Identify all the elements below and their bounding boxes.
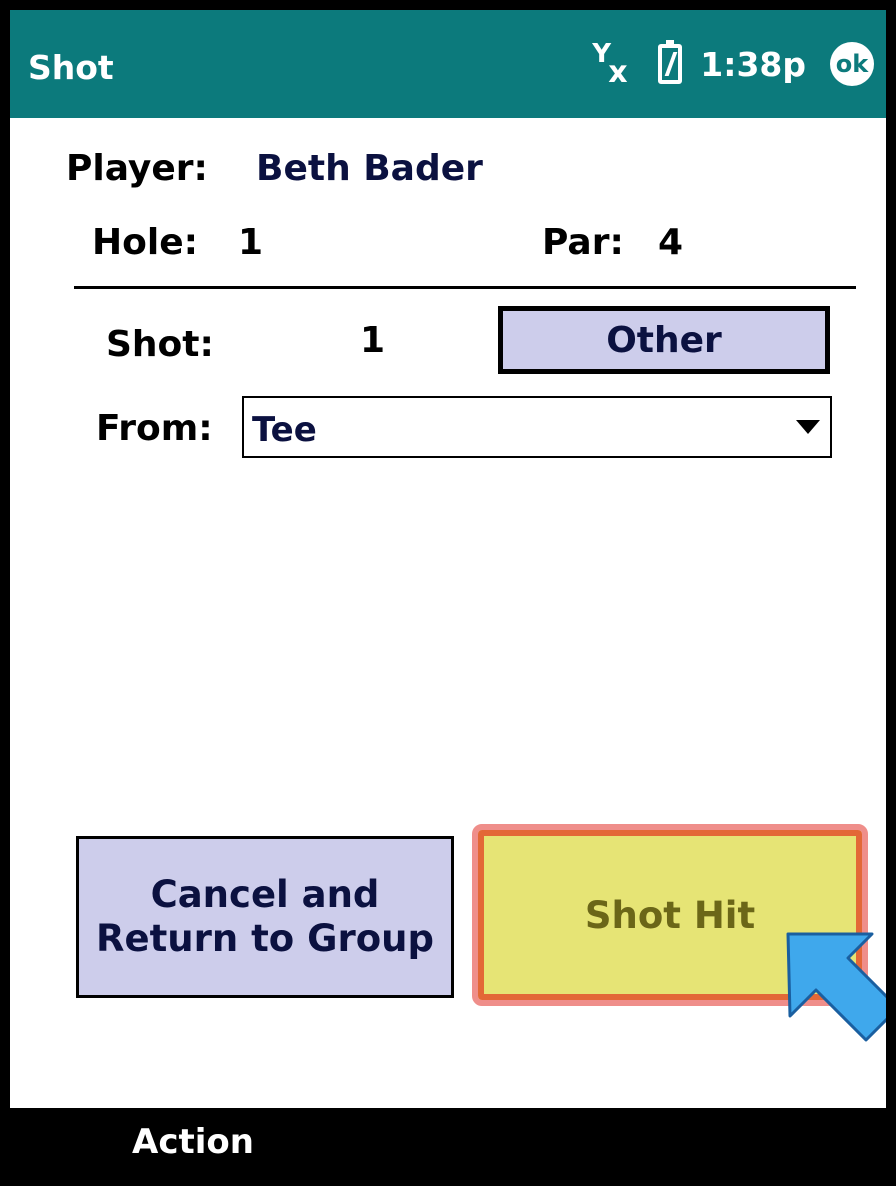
other-button[interactable]: Other	[498, 306, 830, 374]
cancel-button-line1: Cancel and	[150, 872, 380, 916]
cancel-return-button[interactable]: Cancel and Return to Group	[76, 836, 454, 998]
from-select[interactable]: Tee	[242, 396, 832, 458]
cancel-button-line2: Return to Group	[96, 917, 434, 960]
par-value: 4	[658, 222, 684, 263]
shot-label: Shot:	[106, 324, 214, 365]
clock[interactable]: 1:38p	[700, 45, 806, 84]
device-screen: Shot Y x 1:38p ok Player: Beth Bader Hol…	[10, 10, 886, 1176]
shot-number: 1	[360, 320, 386, 361]
pointer-arrow-icon	[786, 932, 886, 1042]
from-label: From:	[96, 408, 213, 449]
from-select-value: Tee	[252, 410, 317, 450]
signal-off-icon: Y x	[592, 39, 628, 90]
par-label: Par:	[542, 222, 624, 263]
menu-bar: Action	[10, 1108, 886, 1176]
action-menu-button[interactable]: Action	[132, 1122, 254, 1162]
battery-icon	[658, 40, 683, 84]
player-label: Player:	[66, 148, 208, 189]
player-name: Beth Bader	[256, 148, 483, 189]
status-area: Y x 1:38p ok	[592, 34, 874, 94]
ok-button[interactable]: ok	[830, 42, 874, 86]
hole-value: 1	[238, 222, 264, 263]
window-title: Shot	[28, 48, 114, 87]
hole-label: Hole:	[92, 222, 199, 263]
divider	[74, 286, 856, 289]
chevron-down-icon[interactable]	[796, 420, 820, 434]
title-bar: Shot Y x 1:38p ok	[10, 10, 886, 118]
